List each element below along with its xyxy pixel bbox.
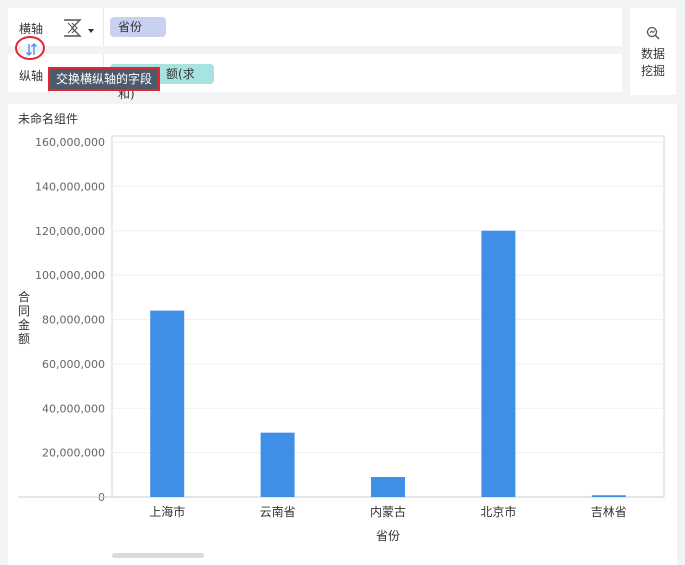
data-mining-icon	[646, 26, 660, 40]
bar	[150, 310, 185, 497]
y-tick-label: 140,000,000	[35, 180, 105, 193]
x-axis-row: 横轴 省份	[8, 8, 622, 46]
y-tick-label: 60,000,000	[42, 358, 105, 371]
data-mining-button[interactable]: 数据 挖掘	[630, 8, 676, 95]
y-tick-label: 100,000,000	[35, 269, 105, 282]
data-mining-label: 数据 挖掘	[638, 46, 668, 80]
chevron-down-icon	[88, 29, 94, 33]
bar	[591, 495, 626, 497]
data-mining-line2: 挖掘	[640, 64, 665, 78]
x-tick-label: 云南省	[260, 504, 296, 519]
x-axis-label: 横轴	[19, 22, 44, 36]
bar	[371, 477, 405, 497]
data-mining-line1: 数据	[640, 47, 665, 61]
chart-type-selector[interactable]	[62, 17, 98, 41]
x-tick-label: 北京市	[480, 504, 516, 519]
x-tick-label: 吉林省	[591, 505, 627, 519]
y-tick-label: 120,000,000	[35, 225, 105, 238]
y-tick-label: 40,000,000	[42, 402, 105, 415]
bar	[260, 432, 295, 497]
highlight-circle	[15, 36, 45, 60]
bar	[481, 230, 516, 497]
x-field-pill[interactable]: 省份	[110, 17, 166, 37]
y-axis-label: 纵轴	[19, 69, 44, 83]
chart-type-icon	[64, 19, 94, 37]
y-tick-label: 20,000,000	[42, 447, 105, 460]
y-tick-label: 160,000,000	[35, 136, 105, 149]
y-axis-title: 合同金额	[18, 289, 30, 346]
x-axis-title: 省份	[376, 529, 400, 543]
y-tick-label: 80,000,000	[42, 314, 105, 327]
plot-frame	[111, 135, 665, 498]
divider	[103, 8, 104, 46]
horizontal-scrollbar[interactable]	[112, 553, 204, 558]
chart-component: 未命名组件 020,000,00040,000,00060,000,00080,…	[8, 104, 677, 565]
x-tick-label: 内蒙古	[370, 504, 406, 519]
swap-axis-tooltip: 交换横纵轴的字段	[48, 67, 160, 91]
x-tick-label: 上海市	[149, 504, 185, 519]
bar-chart: 020,000,00040,000,00060,000,00080,000,00…	[18, 135, 665, 543]
